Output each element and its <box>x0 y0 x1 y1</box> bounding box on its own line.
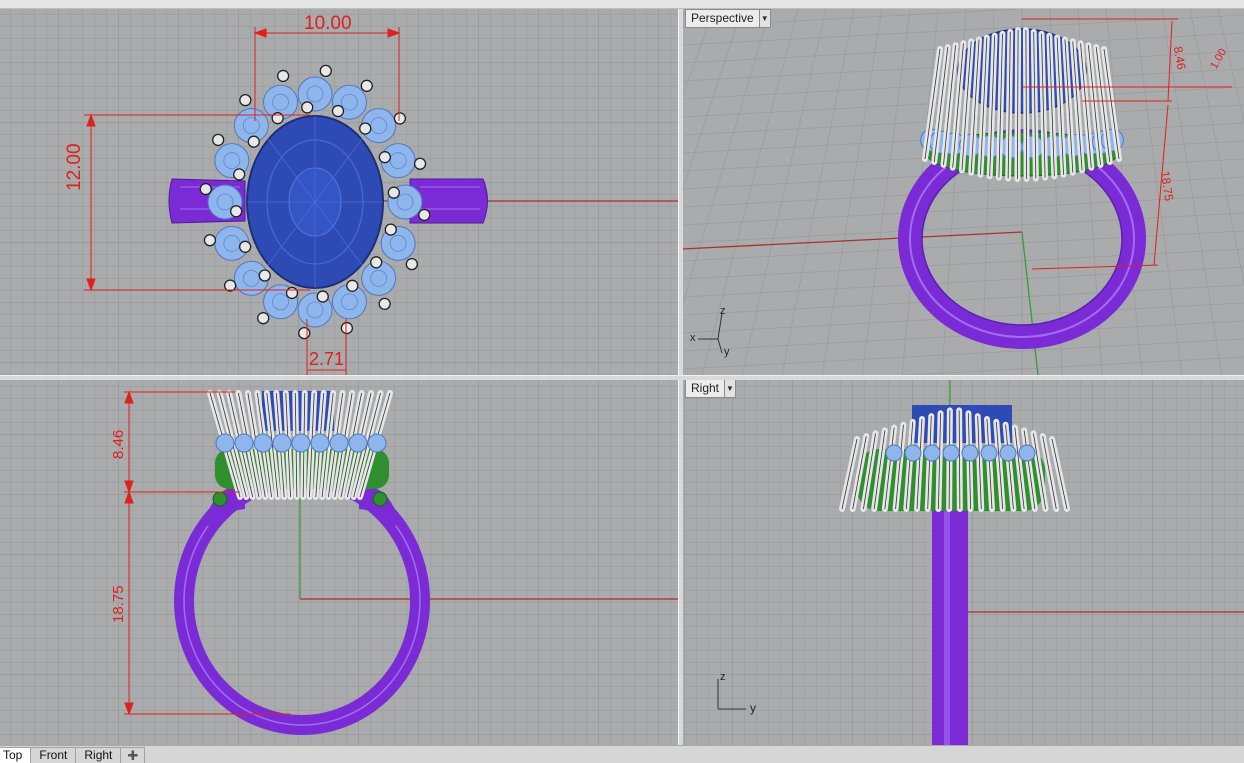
prong-bead <box>359 122 372 135</box>
chevron-down-icon[interactable]: ▼ <box>724 380 736 397</box>
viewport-title-text: Perspective <box>691 11 754 25</box>
prong-bead <box>271 112 284 125</box>
halo-stone <box>291 433 311 453</box>
halo-stone <box>885 444 903 462</box>
chevron-down-icon[interactable]: ▼ <box>758 10 770 27</box>
dim-crown-label: 8.46 <box>110 429 127 459</box>
prong-bead <box>239 93 252 107</box>
halo-stone <box>234 433 254 453</box>
tab-front[interactable]: Front <box>30 747 77 763</box>
prong-bead <box>301 101 314 114</box>
prong-bead <box>316 290 329 303</box>
axis-y-label: y <box>724 346 730 358</box>
halo-stone <box>348 433 368 453</box>
ring-shank <box>174 467 430 735</box>
prong-bead <box>331 104 345 118</box>
dim-height-label: 12.00 <box>64 143 85 191</box>
prong-bead <box>230 205 243 218</box>
dim-gap-label: 2.71 <box>309 349 345 369</box>
front-view-canvas <box>124 390 678 735</box>
halo-stone <box>904 444 922 462</box>
prong-bead <box>239 240 252 253</box>
halo-stone <box>961 444 979 462</box>
viewport-right[interactable]: Right ▼ z y <box>682 379 1244 745</box>
prong-bead <box>258 269 271 282</box>
prong-bead <box>413 157 427 170</box>
halo-stone <box>942 444 960 462</box>
plus-icon[interactable]: ✚ <box>120 747 146 763</box>
prong-bead <box>360 79 373 92</box>
tab-top[interactable]: Top <box>0 747 32 763</box>
axis-gizmo <box>717 679 746 710</box>
prong-bead <box>393 112 407 125</box>
prong-bead <box>298 326 311 340</box>
prong-bead <box>223 279 237 292</box>
prong-bead <box>199 182 212 196</box>
axis-z-label: z <box>720 671 726 683</box>
prong-bead <box>370 256 383 269</box>
side-bezel-right <box>372 491 388 507</box>
prong-bead <box>257 312 270 325</box>
halo-stone <box>253 433 273 453</box>
dim-shank-label: 18.75 <box>110 585 127 623</box>
prong-bead <box>387 186 400 199</box>
viewport-front[interactable]: 8.46 18.75 <box>0 379 678 745</box>
prong-bead <box>346 279 359 292</box>
prong-bead <box>378 297 391 311</box>
halo-stone <box>329 433 349 453</box>
prong-bead <box>384 223 397 236</box>
prong-bead <box>340 321 354 335</box>
viewport-tabs: Top Front Right ✚ <box>0 745 1244 763</box>
prong-bead <box>378 151 391 164</box>
halo-stone <box>272 433 292 453</box>
prong-bead <box>319 64 332 78</box>
axis-x-label: x <box>690 332 696 344</box>
title-strip <box>0 0 1244 9</box>
prong-bead <box>418 208 431 222</box>
halo-stone <box>215 433 235 453</box>
viewport-title-perspective[interactable]: Perspective ▼ <box>685 9 771 28</box>
prong-bead <box>203 234 217 247</box>
prong-bead <box>276 69 290 83</box>
axis-y-label: y <box>750 701 756 715</box>
y-axis-line <box>1021 231 1039 375</box>
viewport-splitter-horizontal[interactable] <box>0 375 1244 380</box>
viewport-perspective[interactable]: Perspective ▼ 8.46 18.75 1.00 z x y <box>682 9 1244 375</box>
halo-stone <box>923 444 941 462</box>
dim-width-label: 10.00 <box>304 13 352 34</box>
perspective-canvas <box>682 9 1244 375</box>
viewport-title-text: Right <box>691 381 720 395</box>
top-view-canvas <box>84 27 678 375</box>
halo-stone <box>980 444 998 462</box>
prong-bead <box>233 168 246 181</box>
halo-stone <box>1018 444 1036 462</box>
prong-bead <box>247 135 260 148</box>
viewport-top[interactable]: 10.00 12.00 2.71 <box>0 9 678 375</box>
tab-right[interactable]: Right <box>75 747 122 763</box>
halo-stone <box>367 433 387 453</box>
viewport-title-right[interactable]: Right ▼ <box>685 379 737 398</box>
axis-z-label: z <box>720 305 726 317</box>
prong-bead <box>285 286 299 300</box>
halo-stone <box>999 444 1017 462</box>
center-stone <box>246 115 384 289</box>
prong-bead <box>212 133 225 147</box>
right-view-canvas <box>717 379 1244 745</box>
side-bezel-left <box>212 491 228 507</box>
halo-stone <box>310 433 330 453</box>
prong-bead <box>405 257 418 271</box>
